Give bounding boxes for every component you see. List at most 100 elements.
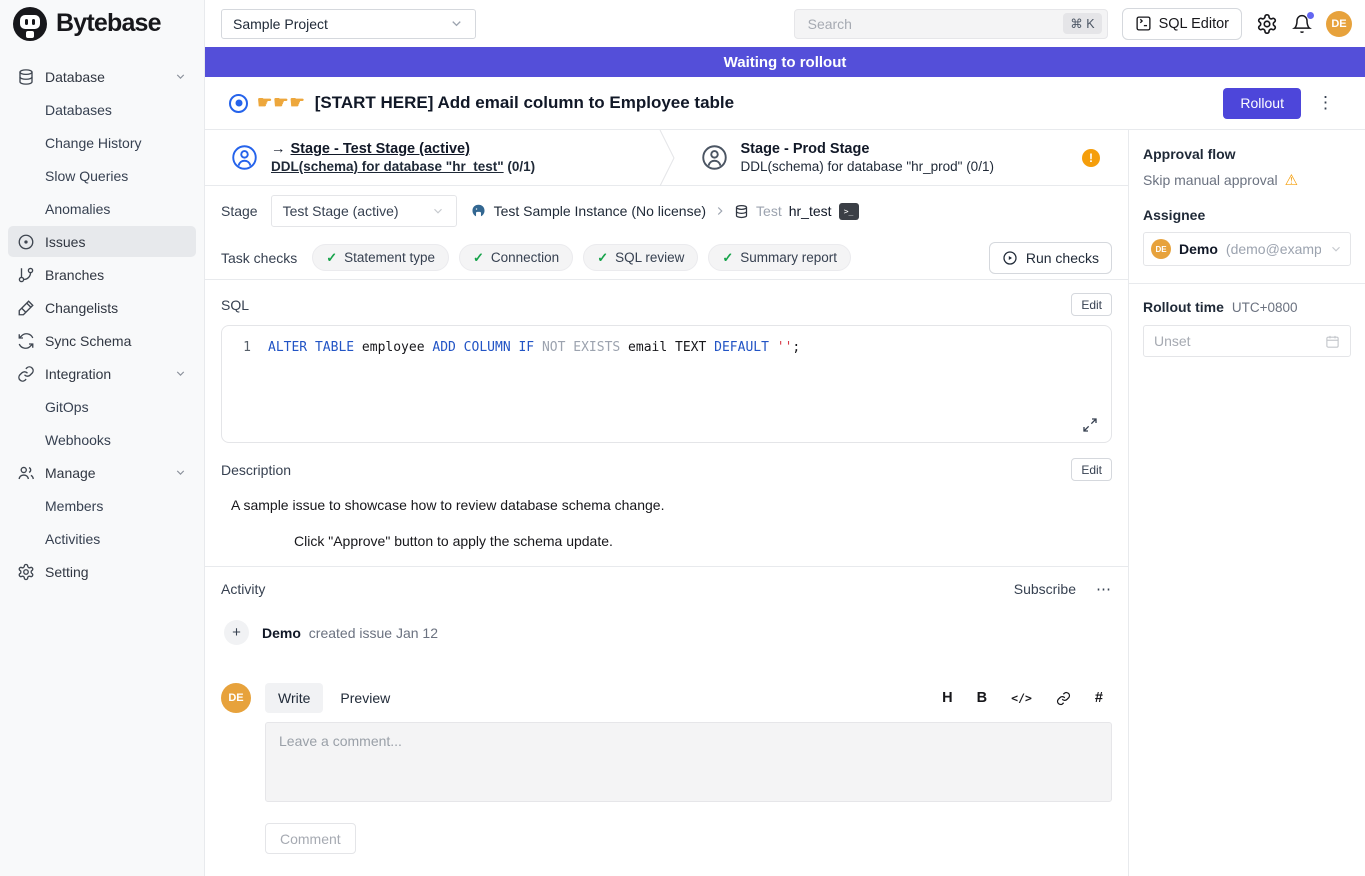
sidebar-item-gitops[interactable]: GitOps	[8, 391, 196, 422]
comment-input[interactable]	[265, 722, 1112, 802]
rollout-time-value: Unset	[1154, 333, 1191, 349]
activity-author[interactable]: Demo	[262, 625, 301, 641]
open-sql-editor-badge[interactable]: >_	[839, 203, 859, 220]
description-section: Description Edit A sample issue to showc…	[205, 443, 1128, 549]
rollout-timezone: UTC+0800	[1232, 300, 1298, 315]
chevron-down-icon	[449, 16, 464, 31]
sql-heading: SQL	[221, 297, 249, 313]
plus-icon: +	[224, 620, 249, 645]
sidebar-item-change-history[interactable]: Change History	[8, 127, 196, 158]
activity-item: + Demo created issue Jan 12	[224, 620, 1112, 645]
link-format-button[interactable]	[1056, 691, 1071, 706]
check-pill-summary-report[interactable]: ✓ Summary report	[708, 244, 851, 271]
user-avatar[interactable]: DE	[1326, 11, 1352, 37]
rollout-button[interactable]: Rollout	[1223, 88, 1301, 119]
gear-icon	[1256, 13, 1278, 35]
bytebase-logo-icon	[13, 7, 47, 41]
tab-preview[interactable]: Preview	[327, 683, 403, 713]
chevron-down-icon	[174, 70, 187, 83]
check-pill-connection[interactable]: ✓ Connection	[459, 244, 573, 271]
sidebar-item-integration[interactable]: Integration	[8, 358, 196, 389]
changelist-icon	[17, 299, 35, 317]
code-format-button[interactable]: </>	[1011, 691, 1032, 705]
hash-format-button[interactable]: #	[1095, 690, 1103, 706]
sidebar-item-branches[interactable]: Branches	[8, 259, 196, 290]
gear-icon	[17, 563, 35, 581]
stage-card-prod[interactable]: Stage - Prod Stage DDL(schema) for datab…	[675, 130, 1129, 185]
comment-submit-button[interactable]: Comment	[265, 823, 356, 854]
sidebar: Bytebase Database Databases Change Histo…	[0, 0, 205, 876]
stage-select[interactable]: Test Stage (active)	[271, 195, 457, 227]
stage-task-link[interactable]: DDL(schema) for database "hr_test"	[271, 159, 504, 174]
brand-name: Bytebase	[56, 9, 161, 38]
activity-section: Activity Subscribe ⋯ + Demo created issu…	[205, 566, 1128, 854]
settings-gear-button[interactable]	[1256, 13, 1278, 35]
sidebar-item-anomalies[interactable]: Anomalies	[8, 193, 196, 224]
instance-name[interactable]: Test Sample Instance (No license)	[494, 203, 706, 219]
heading-format-button[interactable]: H	[942, 690, 952, 706]
sidebar-item-activities[interactable]: Activities	[8, 523, 196, 554]
notification-dot	[1307, 12, 1314, 19]
activity-menu-button[interactable]: ⋯	[1096, 580, 1112, 598]
project-select[interactable]: Sample Project	[221, 9, 476, 39]
sql-section: SQL Edit 1ALTER TABLE employee ADD COLUM…	[205, 280, 1128, 443]
sidebar-item-database[interactable]: Database	[8, 61, 196, 92]
sidebar-item-webhooks[interactable]: Webhooks	[8, 424, 196, 455]
notifications-bell-button[interactable]	[1292, 14, 1312, 34]
check-pill-statement-type[interactable]: ✓ Statement type	[312, 244, 449, 271]
terminal-icon	[1135, 15, 1152, 32]
check-pill-sql-review[interactable]: ✓ SQL review	[583, 244, 698, 271]
branch-icon	[17, 266, 35, 284]
sidebar-nav: Database Databases Change History Slow Q…	[0, 47, 204, 587]
sql-editor-button[interactable]: SQL Editor	[1122, 8, 1242, 40]
search-box: ⌘ K	[794, 9, 1108, 39]
subscribe-button[interactable]: Subscribe	[1014, 581, 1076, 597]
sidebar-item-setting[interactable]: Setting	[8, 556, 196, 587]
sidebar-item-databases[interactable]: Databases	[8, 94, 196, 125]
issue-title-row: ☛☛☛ [START HERE] Add email column to Emp…	[205, 77, 1365, 130]
task-checks-row: Task checks ✓ Statement type ✓ Connectio…	[205, 236, 1128, 280]
task-checks-label: Task checks	[221, 250, 297, 266]
assignee-name: Demo	[1179, 241, 1218, 257]
stage-name: Stage - Prod Stage	[741, 141, 994, 157]
calendar-icon	[1325, 334, 1340, 349]
chevron-down-icon	[431, 204, 445, 218]
sidebar-item-changelists[interactable]: Changelists	[8, 292, 196, 323]
sidebar-item-manage[interactable]: Manage	[8, 457, 196, 488]
check-pass-icon: ✓	[326, 250, 337, 266]
search-input[interactable]	[806, 15, 1056, 33]
bytebase-logo[interactable]: Bytebase	[0, 0, 204, 47]
tab-write[interactable]: Write	[265, 683, 323, 713]
kebab-menu-button[interactable]: ⋮	[1310, 93, 1341, 113]
check-pass-icon: ✓	[473, 250, 484, 266]
sql-code-block[interactable]: 1ALTER TABLE employee ADD COLUMN IF NOT …	[221, 325, 1112, 443]
sidebar-item-members[interactable]: Members	[8, 490, 196, 521]
description-text: A sample issue to showcase how to review…	[231, 497, 1112, 513]
database-name[interactable]: hr_test	[789, 203, 832, 219]
description-text: Click "Approve" button to apply the sche…	[294, 533, 1112, 549]
current-stage-arrow: →	[271, 141, 286, 157]
rollout-time-picker[interactable]: Unset	[1143, 325, 1351, 357]
search-shortcut-kbd: ⌘ K	[1063, 13, 1101, 34]
bold-format-button[interactable]: B	[977, 690, 987, 706]
assignee-heading: Assignee	[1143, 207, 1351, 223]
check-pass-icon: ✓	[722, 250, 733, 266]
issues-icon	[17, 233, 35, 251]
sidebar-item-sync-schema[interactable]: Sync Schema	[8, 325, 196, 356]
expand-sql-button[interactable]	[1082, 417, 1098, 433]
stage-task-count: (0/1)	[507, 159, 535, 174]
stage-select-value: Test Stage (active)	[283, 203, 399, 219]
sql-edit-button[interactable]: Edit	[1071, 293, 1112, 316]
stage-strip: →Stage - Test Stage (active) DDL(schema)…	[205, 130, 1128, 186]
sync-icon	[17, 332, 35, 350]
stage-card-test[interactable]: →Stage - Test Stage (active) DDL(schema)…	[205, 130, 659, 185]
sidebar-item-issues[interactable]: Issues	[8, 226, 196, 257]
description-edit-button[interactable]: Edit	[1071, 458, 1112, 481]
warning-triangle-icon: ⚠	[1285, 171, 1298, 189]
sidebar-item-slow-queries[interactable]: Slow Queries	[8, 160, 196, 191]
run-checks-button[interactable]: Run checks	[989, 242, 1112, 274]
issue-open-status-icon	[229, 94, 248, 113]
comment-avatar: DE	[221, 683, 251, 713]
stage-selector-row: Stage Test Stage (active) Test Sample In…	[205, 186, 1128, 236]
assignee-select[interactable]: DE Demo (demo@example	[1143, 232, 1351, 266]
